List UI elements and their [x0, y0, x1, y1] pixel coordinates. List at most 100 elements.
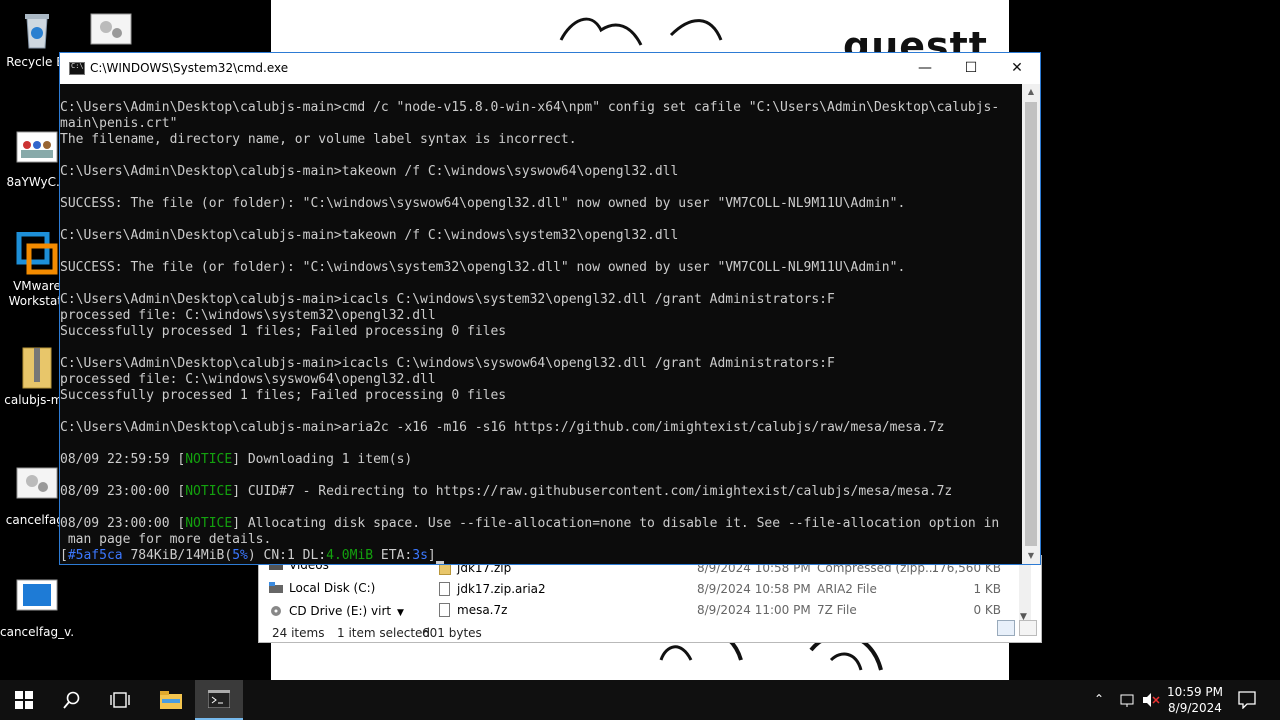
- task-view-button[interactable]: [96, 680, 144, 720]
- progress-pct: 5%: [232, 548, 248, 563]
- cmd-scrollbar[interactable]: ▲ ▼: [1022, 84, 1040, 564]
- notice-tag: NOTICE: [185, 452, 233, 467]
- window-file-icon: [15, 578, 59, 622]
- console-line: 08/09 23:00:00 [NOTICE] CUID#7 - Redirec…: [60, 484, 1022, 500]
- console-text: ] Allocating disk space. Use --file-allo…: [232, 516, 1000, 531]
- console-line: The filename, directory name, or volume …: [60, 132, 577, 147]
- task-view-icon: [110, 692, 130, 708]
- file-row[interactable]: mesa.7z 8/9/2024 11:00 PM 7Z File 0 KB: [419, 600, 1031, 620]
- console-line: C:\Users\Admin\Desktop\calubjs-main>take…: [60, 228, 679, 243]
- system-clock[interactable]: 10:59 PM 8/9/2024: [1160, 684, 1230, 716]
- volume-muted-icon[interactable]: [1142, 692, 1160, 720]
- console-line: 08/09 22:59:59 [NOTICE] Downloading 1 it…: [60, 452, 1022, 468]
- cmd-icon: [208, 690, 230, 708]
- maximize-button[interactable]: ☐: [948, 53, 994, 84]
- console-text: 08/09 23:00:00 [: [60, 484, 186, 499]
- vmware-icon: [15, 231, 59, 276]
- file-date: 8/9/2024 11:00 PM: [697, 603, 811, 617]
- notice-tag: NOTICE: [185, 484, 233, 499]
- progress-close: ]: [427, 548, 436, 563]
- nav-item-local-disk[interactable]: Local Disk (C:): [269, 581, 376, 595]
- console-output[interactable]: C:\Users\Admin\Desktop\calubjs-main>cmd …: [60, 100, 1022, 564]
- explorer-scrollbar[interactable]: ▼: [1019, 556, 1031, 624]
- file-size: 1 KB: [973, 582, 1001, 596]
- status-item-count: 24 items: [272, 626, 325, 640]
- progress-size: 784KiB/14MiB: [122, 548, 225, 563]
- nav-item-cd-drive[interactable]: CD Drive (E:) virt ▼: [271, 604, 404, 618]
- zip-folder-icon: [15, 346, 59, 390]
- desktop-icon-window-file[interactable]: cancelfag_v...: [0, 578, 74, 640]
- scroll-down-icon[interactable]: ▼: [1022, 548, 1040, 564]
- console-line: SUCCESS: The file (or folder): "C:\windo…: [60, 260, 906, 275]
- console-line: C:\Users\Admin\Desktop\calubjs-main>icac…: [60, 356, 835, 371]
- chevron-up-icon[interactable]: ⌃: [1094, 692, 1104, 720]
- gear-file-icon: [15, 466, 59, 510]
- notification-center-icon[interactable]: [1238, 691, 1256, 720]
- taskbar-cmd[interactable]: [195, 680, 243, 720]
- console-line: processed file: C:\windows\system32\open…: [60, 308, 436, 323]
- console-line: C:\Users\Admin\Desktop\calubjs-main>cmd …: [60, 100, 1000, 115]
- console-line: Successfully processed 1 files; Failed p…: [60, 324, 507, 339]
- windows-logo-icon: [15, 691, 33, 709]
- file-type: 7Z File: [817, 603, 857, 617]
- clock-time: 10:59 PM: [1167, 685, 1223, 699]
- taskbar-file-explorer[interactable]: [147, 680, 195, 720]
- cd-drive-icon: [269, 605, 283, 617]
- text-cursor: [435, 561, 444, 564]
- cmd-window[interactable]: C:\WINDOWS\System32\cmd.exe — ☐ ✕ C:\Use…: [59, 52, 1041, 565]
- file-type: ARIA2 File: [817, 582, 877, 596]
- console-line: Successfully processed 1 files; Failed p…: [60, 388, 507, 403]
- file-name: mesa.7z: [457, 603, 508, 617]
- start-button[interactable]: [0, 680, 48, 720]
- taskbar: ⌃ 10:59 PM 8/9/2024: [0, 680, 1280, 720]
- explorer-file-list: jdk17.zip 8/9/2024 10:58 PM Compressed (…: [419, 556, 1031, 624]
- nav-item-label: Local Disk (C:): [289, 581, 376, 595]
- minimize-button[interactable]: —: [902, 53, 948, 84]
- progress-eta-label: ETA:: [373, 548, 413, 563]
- nav-item-label: CD Drive (E:) virt: [289, 604, 392, 618]
- progress-dl: 4.0MiB: [326, 548, 374, 563]
- close-button[interactable]: ✕: [994, 53, 1040, 84]
- progress-eta: 3s: [412, 548, 428, 563]
- status-bytes: 601 bytes: [422, 626, 482, 640]
- search-icon: [63, 691, 80, 709]
- console-line: main\penis.crt": [60, 116, 178, 131]
- console-text: ] Downloading 1 item(s): [232, 452, 413, 467]
- chevron-down-icon[interactable]: ▼: [397, 608, 404, 618]
- console-line: C:\Users\Admin\Desktop\calubjs-main>take…: [60, 164, 679, 179]
- file-row[interactable]: jdk17.zip.aria2 8/9/2024 10:58 PM ARIA2 …: [419, 579, 1031, 599]
- explorer-status-bar: 24 items 1 item selected 601 bytes: [259, 624, 1041, 644]
- console-line: C:\Users\Admin\Desktop\calubjs-main>aria…: [60, 420, 945, 435]
- network-icon[interactable]: [1118, 692, 1136, 720]
- desktop-icon-label: cancelfag_v...: [0, 625, 74, 639]
- file-icon: [439, 603, 450, 617]
- console-line: C:\Users\Admin\Desktop\calubjs-main>icac…: [60, 292, 835, 307]
- download-progress-line: [#5af5ca 784KiB/14MiB(5%) CN:1 DL:4.0MiB…: [60, 548, 1022, 564]
- console-line: man page for more details.: [60, 532, 272, 547]
- explorer-nav-pane: Videos Local Disk (C:) CD Drive (E:) vir…: [259, 556, 414, 624]
- console-line: SUCCESS: The file (or folder): "C:\windo…: [60, 196, 906, 211]
- console-text: 08/09 22:59:59 [: [60, 452, 186, 467]
- details-view-button[interactable]: [997, 620, 1015, 636]
- scrollbar-thumb[interactable]: [1025, 102, 1037, 546]
- console-text: ] CUID#7 - Redirecting to https://raw.gi…: [232, 484, 953, 499]
- cmd-title-bar[interactable]: C:\WINDOWS\System32\cmd.exe — ☐ ✕: [60, 53, 1040, 84]
- folder-icon: [160, 691, 182, 709]
- search-button[interactable]: [48, 680, 96, 720]
- clock-date: 8/9/2024: [1168, 701, 1222, 715]
- status-selected: 1 item selected: [337, 626, 431, 640]
- desktop: guestt Recycle Bi 8aYWyC.p VMware Workst…: [0, 0, 1280, 680]
- file-explorer-window[interactable]: Videos Local Disk (C:) CD Drive (E:) vir…: [258, 555, 1042, 643]
- console-line: 08/09 23:00:00 [NOTICE] Allocating disk …: [60, 516, 1022, 532]
- large-icons-view-button[interactable]: [1019, 620, 1037, 636]
- scroll-up-icon[interactable]: ▲: [1022, 84, 1040, 100]
